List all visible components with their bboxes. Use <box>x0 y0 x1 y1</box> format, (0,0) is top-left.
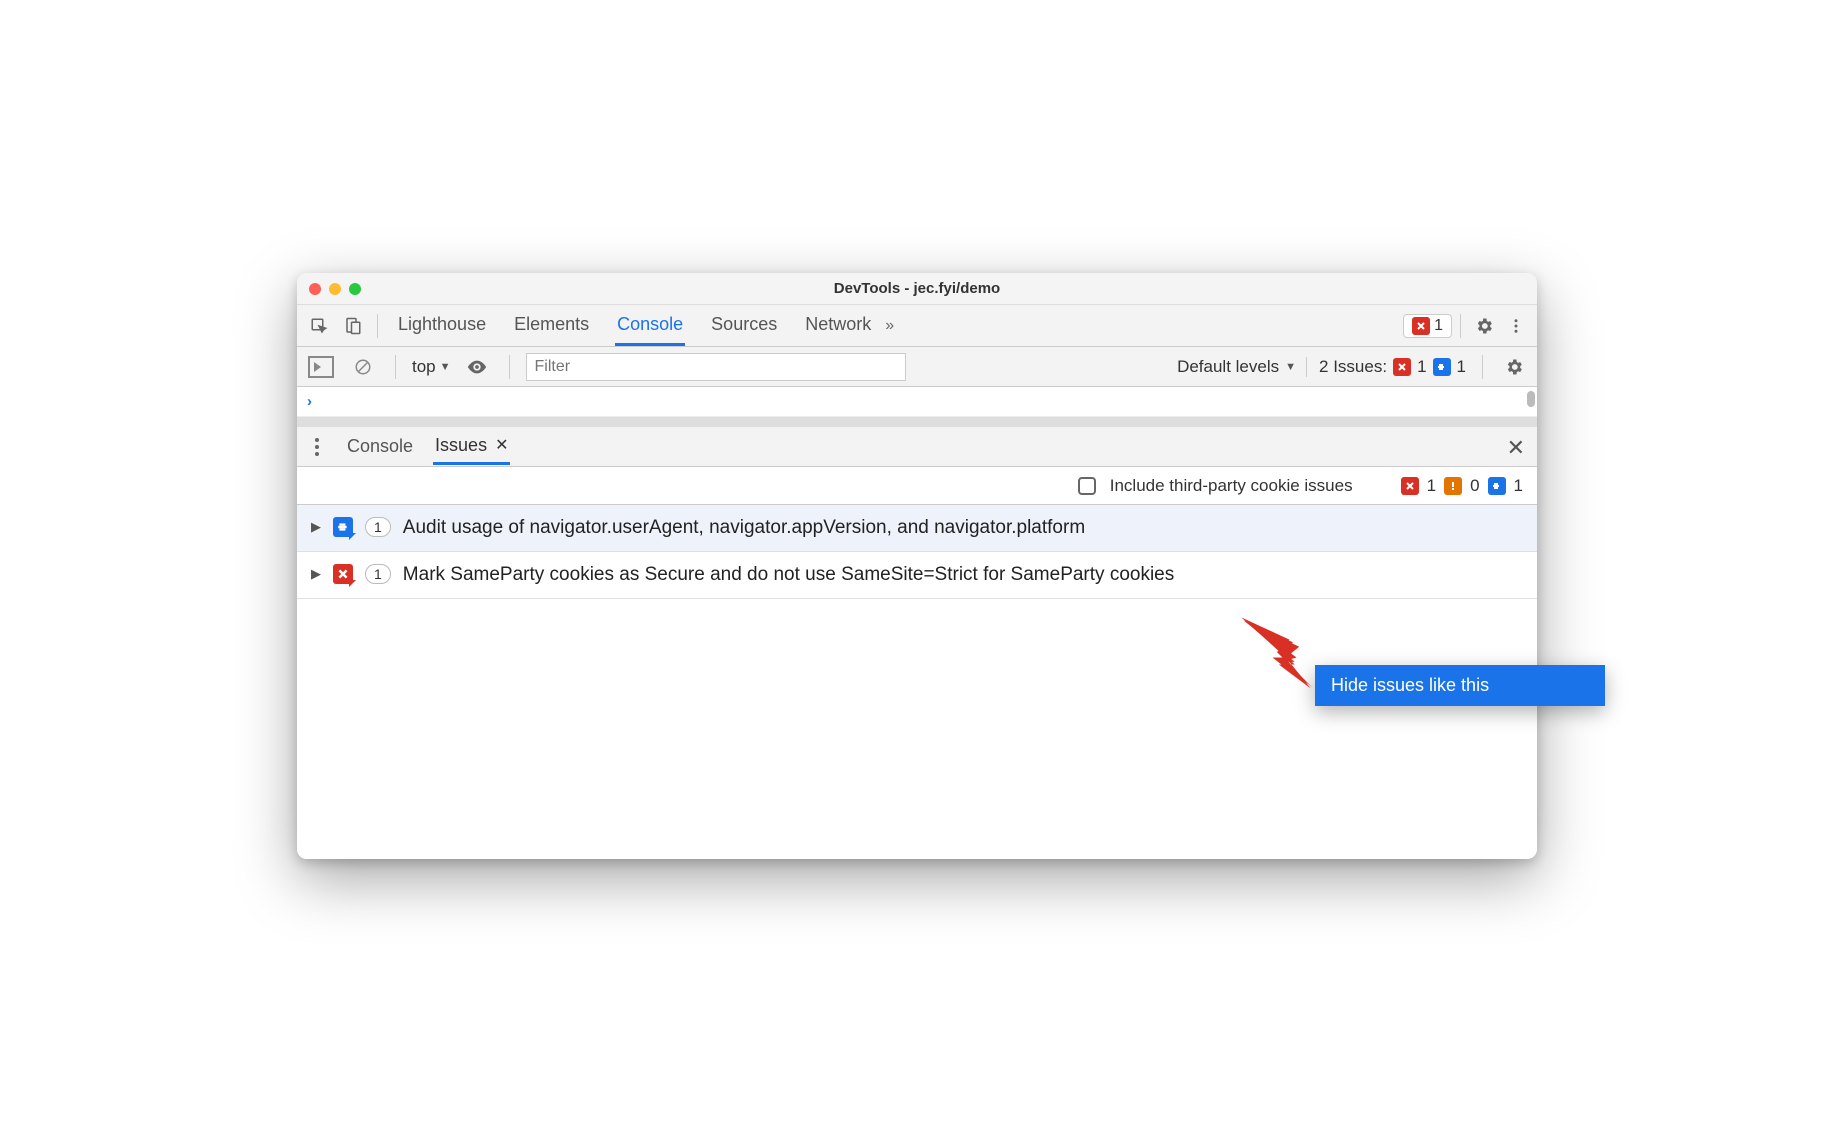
drawer-tab-label: Console <box>347 436 413 457</box>
issue-text: Mark SameParty cookies as Secure and do … <box>403 562 1523 588</box>
device-toolbar-icon[interactable] <box>337 312 369 340</box>
issue-row[interactable]: ▶ 1 Mark SameParty cookies as Secure and… <box>297 552 1537 599</box>
drawer: Console Issues ✕ ✕ Include third-party c… <box>297 417 1537 858</box>
annotation-arrow-icon <box>1232 613 1322 698</box>
error-count: 1 <box>1427 476 1436 496</box>
traffic-lights <box>297 283 361 295</box>
window-title: DevTools - jec.fyi/demo <box>297 280 1537 297</box>
issue-kind-error-icon <box>333 564 353 584</box>
error-badge-count: 1 <box>1434 317 1443 335</box>
window-zoom-button[interactable] <box>349 283 361 295</box>
error-icon <box>1393 358 1411 376</box>
filter-input[interactable] <box>526 353 906 381</box>
more-options-icon[interactable] <box>1501 317 1531 335</box>
issue-kind-info-icon <box>333 517 353 537</box>
drawer-more-icon[interactable] <box>307 438 327 456</box>
context-menu-hide-issues[interactable]: Hide issues like this <box>1315 665 1605 706</box>
tab-network[interactable]: Network <box>803 306 873 346</box>
console-settings-gear-icon[interactable] <box>1499 357 1529 377</box>
divider <box>395 355 396 379</box>
drawer-close-icon[interactable]: ✕ <box>1507 435 1525 461</box>
console-filter-bar: top ▼ Default levels ▼ 2 Issues: 1 1 <box>297 347 1537 387</box>
main-tabs: Lighthouse Elements Console Sources Netw… <box>386 306 873 346</box>
error-count-pill[interactable]: 1 <box>1403 314 1452 338</box>
levels-label: Default levels <box>1177 357 1279 377</box>
disclosure-triangle-icon[interactable]: ▶ <box>311 515 321 535</box>
issues-toolbar: Include third-party cookie issues 1 0 1 <box>297 467 1537 505</box>
console-prompt[interactable]: › <box>297 387 1537 417</box>
blank-area <box>297 599 1537 859</box>
window-minimize-button[interactable] <box>329 283 341 295</box>
info-icon <box>1488 477 1506 495</box>
close-tab-icon[interactable]: ✕ <box>495 435 508 455</box>
issues-info-count: 1 <box>1457 357 1466 377</box>
warning-count: 0 <box>1470 476 1479 496</box>
divider <box>1482 355 1483 379</box>
window-close-button[interactable] <box>309 283 321 295</box>
log-levels-selector[interactable]: Default levels ▼ <box>1177 357 1296 377</box>
prompt-chevron-icon: › <box>307 393 312 410</box>
drawer-tabs: Console Issues ✕ ✕ <box>297 427 1537 467</box>
issues-error-count: 1 <box>1417 357 1426 377</box>
dropdown-triangle-icon: ▼ <box>1285 361 1296 373</box>
info-icon <box>1433 358 1451 376</box>
error-icon <box>1401 477 1419 495</box>
clear-console-icon[interactable] <box>347 353 379 381</box>
devtools-window: DevTools - jec.fyi/demo Lighthouse Eleme… <box>297 273 1537 858</box>
issues-summary[interactable]: 2 Issues: 1 1 <box>1306 357 1466 377</box>
console-sidebar-toggle-icon[interactable] <box>305 353 337 381</box>
tab-console[interactable]: Console <box>615 306 685 346</box>
more-tabs-button[interactable]: » <box>875 317 904 335</box>
issue-text: Audit usage of navigator.userAgent, navi… <box>403 515 1523 541</box>
tab-elements[interactable]: Elements <box>512 306 591 346</box>
main-tabs-bar: Lighthouse Elements Console Sources Netw… <box>297 305 1537 347</box>
info-count: 1 <box>1514 476 1523 496</box>
drawer-tab-label: Issues <box>435 435 487 456</box>
scrollbar-thumb[interactable] <box>1527 391 1535 407</box>
divider <box>1460 314 1461 338</box>
divider <box>509 355 510 379</box>
thirdparty-checkbox[interactable] <box>1078 477 1096 495</box>
disclosure-triangle-icon[interactable]: ▶ <box>311 562 321 582</box>
titlebar: DevTools - jec.fyi/demo <box>297 273 1537 305</box>
issue-count-pill: 1 <box>365 517 391 537</box>
execution-context-selector[interactable]: top ▼ <box>412 357 451 377</box>
dropdown-triangle-icon: ▼ <box>440 361 451 373</box>
error-badge-icon <box>1412 317 1430 335</box>
drawer-tab-console[interactable]: Console <box>345 430 415 463</box>
issues-label: 2 Issues: <box>1319 357 1387 377</box>
tab-sources[interactable]: Sources <box>709 306 779 346</box>
inspect-element-icon[interactable] <box>303 312 335 340</box>
divider <box>377 314 378 338</box>
context-label: top <box>412 357 436 377</box>
tab-lighthouse[interactable]: Lighthouse <box>396 306 488 346</box>
issue-count-pill: 1 <box>365 564 391 584</box>
drawer-tab-issues[interactable]: Issues ✕ <box>433 429 510 465</box>
issue-counts: 1 0 1 <box>1401 476 1523 496</box>
live-expression-icon[interactable] <box>461 353 493 381</box>
warning-icon <box>1444 477 1462 495</box>
thirdparty-label: Include third-party cookie issues <box>1110 476 1353 496</box>
settings-gear-icon[interactable] <box>1469 316 1499 336</box>
issue-row[interactable]: ▶ 1 Audit usage of navigator.userAgent, … <box>297 505 1537 552</box>
context-menu: Hide issues like this <box>1315 665 1605 706</box>
